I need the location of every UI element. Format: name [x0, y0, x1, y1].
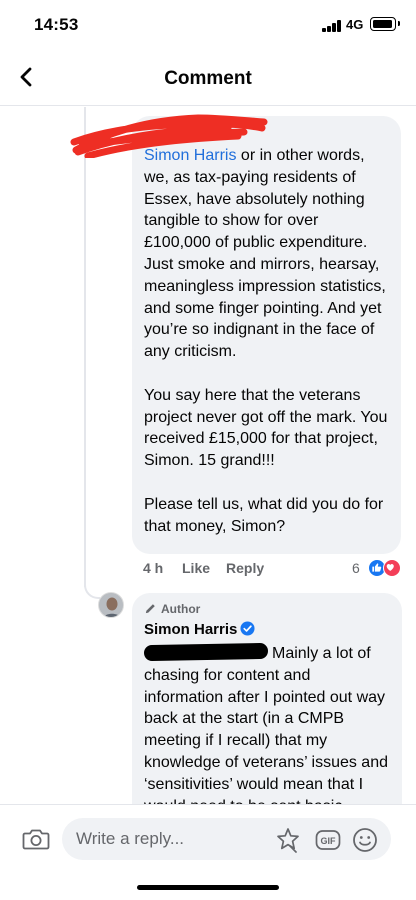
gif-icon[interactable]: GIF: [315, 827, 341, 853]
reply-author-name-text: Simon Harris: [144, 621, 238, 638]
signal-icon: [322, 20, 342, 32]
comment-paragraph: or in other words, we, as tax-paying res…: [144, 147, 386, 361]
pencil-icon: [145, 604, 155, 614]
comment-paragraph: You say here that the veterans project n…: [144, 386, 388, 470]
camera-icon[interactable]: [22, 827, 50, 851]
author-label: Author: [161, 602, 201, 616]
emoji-icon[interactable]: [352, 827, 378, 853]
reply-text: Mainly a lot of chasing for content and …: [143, 642, 390, 817]
red-scribble-redaction: [70, 114, 268, 158]
status-bar: 14:53 4G: [0, 0, 416, 52]
comment-bubble: Simon Harris or in other words, we, as t…: [70, 114, 401, 554]
avatar[interactable]: [98, 592, 124, 618]
love-reaction-icon: [383, 559, 401, 577]
author-badge: Author: [144, 599, 390, 619]
page-title: Comment: [164, 68, 252, 89]
thread-line: [84, 107, 86, 587]
comment-time: 4 h: [143, 560, 164, 576]
header: Comment: [0, 52, 416, 106]
reaction-count: 6: [352, 560, 360, 576]
verified-icon: [240, 621, 255, 636]
home-indicator: [137, 885, 279, 890]
black-redaction: [143, 642, 269, 662]
status-time: 14:53: [34, 15, 79, 34]
thread-connector: [84, 575, 100, 599]
sticker-icon[interactable]: [275, 827, 301, 853]
comment-text: Simon Harris or in other words, we, as t…: [144, 145, 389, 537]
reply-button[interactable]: Reply: [226, 560, 264, 576]
reply-input[interactable]: [62, 818, 391, 860]
reply-author-name[interactable]: Simon Harris: [144, 621, 390, 641]
network-label: 4G: [346, 17, 364, 32]
battery-icon: [370, 17, 400, 31]
comment-paragraph: Please tell us, what did you do for that…: [144, 495, 384, 535]
reply-bubble: Author Simon Harris Mainly a lot of chas…: [132, 593, 402, 833]
reply-text-body: Mainly a lot of chasing for content and …: [144, 645, 388, 815]
gif-label: GIF: [321, 836, 337, 846]
like-button[interactable]: Like: [182, 560, 210, 576]
